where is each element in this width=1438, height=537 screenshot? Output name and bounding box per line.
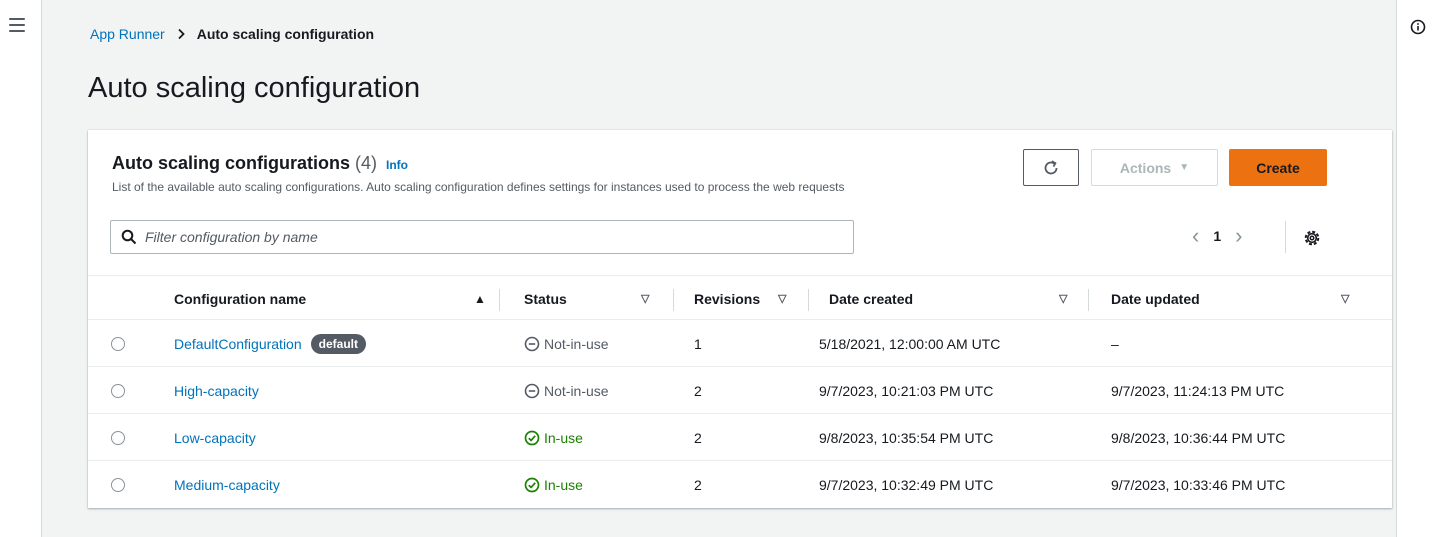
info-link[interactable]: Info (386, 158, 408, 172)
revisions-cell: 1 (694, 335, 702, 352)
status-text: Not-in-use (544, 382, 609, 399)
status-text: Not-in-use (544, 335, 609, 352)
date-created-cell: 9/7/2023, 10:21:03 PM UTC (819, 382, 994, 399)
table-header: Configuration name ▲ Status ▽ Revisions … (88, 275, 1392, 320)
page-title: Auto scaling configuration (88, 72, 421, 104)
column-header-name-label: Configuration name (174, 290, 307, 307)
minus-circle-icon (524, 336, 540, 351)
previous-page-icon[interactable]: ‹ (1192, 225, 1199, 247)
table-body: DefaultConfiguration default Not-in-use … (88, 320, 1392, 508)
status-cell: Not-in-use (524, 367, 609, 414)
status-text: In-use (544, 429, 583, 446)
panel-header: Auto scaling configurations (4) Info Lis… (112, 153, 844, 194)
sort-icon: ▽ (778, 293, 787, 305)
status-cell: Not-in-use (524, 320, 609, 367)
column-header-updated[interactable]: Date updated ▽ (1111, 276, 1351, 321)
page-number[interactable]: 1 (1213, 228, 1221, 244)
filter-field[interactable] (110, 220, 854, 254)
row-select-radio[interactable] (111, 430, 125, 445)
column-header-updated-label: Date updated (1111, 290, 1200, 307)
date-created-cell: 9/8/2023, 10:35:54 PM UTC (819, 429, 994, 446)
table-row[interactable]: Low-capacity In-use 2 9/8/2023, 10:35:54… (88, 414, 1392, 461)
table-row[interactable]: High-capacity Not-in-use 2 9/7/2023, 10:… (88, 367, 1392, 414)
configuration-name-link[interactable]: High-capacity (174, 383, 259, 399)
configuration-name-link[interactable]: Low-capacity (174, 430, 256, 446)
row-select-radio[interactable] (111, 383, 125, 398)
breadcrumb-app-runner-link[interactable]: App Runner (90, 26, 165, 42)
actions-label: Actions (1119, 159, 1172, 176)
left-navigation-rail (0, 0, 42, 537)
sort-icon: ▽ (1059, 293, 1068, 305)
sort-ascending-icon: ▲ (474, 291, 486, 306)
breadcrumb: App Runner Auto scaling configuration (90, 26, 374, 42)
configurations-panel: Auto scaling configurations (4) Info Lis… (88, 130, 1392, 508)
revisions-cell: 2 (694, 476, 702, 493)
date-updated-cell: – (1111, 335, 1119, 352)
refresh-icon (1044, 159, 1058, 174)
main-content: App Runner Auto scaling configuration Au… (42, 0, 1396, 537)
right-tools-rail (1396, 0, 1438, 537)
panel-title-text: Auto scaling configurations (112, 153, 351, 173)
gear-icon[interactable] (1302, 228, 1322, 248)
column-divider (808, 289, 809, 311)
column-header-created[interactable]: Date created ▽ (829, 276, 1079, 321)
panel-count: (4) (355, 153, 378, 173)
pagination: ‹ 1 › (1192, 225, 1242, 247)
date-updated-cell: 9/8/2023, 10:36:44 PM UTC (1111, 429, 1286, 446)
check-circle-icon (524, 430, 540, 445)
configuration-name-link[interactable]: Medium-capacity (174, 477, 280, 493)
search-icon (121, 229, 137, 245)
column-header-created-label: Date created (829, 290, 914, 307)
column-header-status[interactable]: Status ▽ (524, 276, 664, 321)
table-row[interactable]: Medium-capacity In-use 2 9/7/2023, 10:32… (88, 461, 1392, 508)
status-cell: In-use (524, 414, 583, 461)
date-updated-cell: 9/7/2023, 11:24:13 PM UTC (1111, 382, 1285, 399)
revisions-cell: 2 (694, 429, 702, 446)
actions-dropdown-button[interactable]: Actions ▼ (1091, 149, 1218, 186)
row-select-radio[interactable] (111, 477, 125, 492)
pager-divider (1285, 221, 1286, 253)
status-cell: In-use (524, 461, 583, 508)
sort-icon: ▽ (641, 293, 650, 305)
configurations-table: Configuration name ▲ Status ▽ Revisions … (88, 275, 1392, 508)
caret-down-icon: ▼ (1179, 162, 1190, 173)
check-circle-icon (524, 477, 540, 492)
refresh-button[interactable] (1023, 149, 1079, 186)
panel-description: List of the available auto scaling confi… (112, 180, 845, 194)
filter-input[interactable] (145, 229, 825, 245)
row-select-radio[interactable] (111, 336, 125, 351)
breadcrumb-current: Auto scaling configuration (196, 26, 375, 42)
date-updated-cell: 9/7/2023, 10:33:46 PM UTC (1111, 476, 1286, 493)
info-circle-icon[interactable] (1410, 19, 1426, 35)
revisions-cell: 2 (694, 382, 702, 399)
sort-icon: ▽ (1341, 293, 1350, 305)
next-page-icon[interactable]: › (1235, 225, 1242, 247)
create-button[interactable]: Create (1229, 149, 1327, 186)
date-created-cell: 5/18/2021, 12:00:00 AM UTC (819, 335, 1001, 352)
date-created-cell: 9/7/2023, 10:32:49 PM UTC (819, 476, 994, 493)
column-header-revisions[interactable]: Revisions ▽ (694, 276, 804, 321)
status-text: In-use (544, 476, 583, 493)
column-header-status-label: Status (524, 290, 567, 307)
hamburger-icon[interactable] (9, 18, 25, 32)
panel-title: Auto scaling configurations (4) Info (112, 153, 844, 174)
column-header-revisions-label: Revisions (694, 290, 761, 307)
table-row[interactable]: DefaultConfiguration default Not-in-use … (88, 320, 1392, 367)
column-divider (673, 289, 674, 311)
default-badge: default (310, 333, 366, 354)
chevron-right-icon (175, 28, 187, 40)
minus-circle-icon (524, 383, 540, 398)
column-divider (499, 289, 500, 311)
column-header-name[interactable]: Configuration name ▲ (174, 276, 500, 321)
configuration-name-link[interactable]: DefaultConfiguration (174, 336, 302, 352)
column-divider (1088, 289, 1089, 311)
